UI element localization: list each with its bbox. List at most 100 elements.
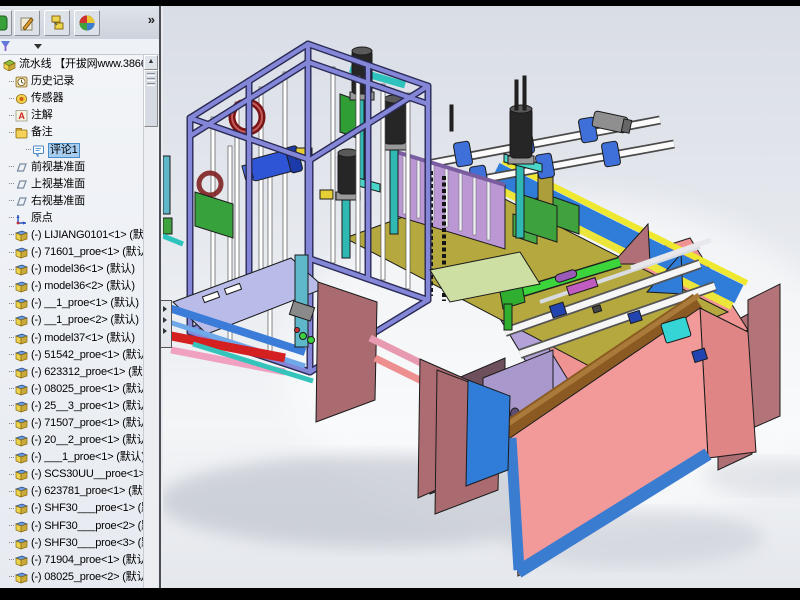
tree-item[interactable]: (-) model37<1> (默认) <box>0 330 146 347</box>
folder-icon <box>15 126 28 139</box>
tree-item[interactable]: (-) 71904_proe<1> (默认) <box>0 552 146 569</box>
tree-item[interactable]: (-) 623781_proe<1> (默认) <box>0 483 146 500</box>
scroll-up-button[interactable]: ▲ <box>144 55 158 70</box>
tree-connector <box>9 423 14 425</box>
panel-splitter-handle[interactable] <box>161 300 172 348</box>
svg-text:A: A <box>18 111 25 121</box>
tree-connector <box>9 200 14 202</box>
tree-item[interactable]: (-) __1_proe<1> (默认) <box>0 295 146 312</box>
configurationmanager-icon <box>48 14 66 32</box>
tree-item-label: (-) 25__3_proe<1> (默认) <box>31 400 146 413</box>
tree-item[interactable]: (-) LIJIANG0101<1> (默认) <box>0 227 146 244</box>
tree-item-label: 流水线 【开拔网www.386600.com】 <box>19 58 146 71</box>
plane-icon <box>15 161 28 174</box>
tree-connector <box>9 354 14 356</box>
part-icon <box>15 571 28 584</box>
part-icon <box>15 246 28 259</box>
tree-connector <box>9 303 14 305</box>
tree-item[interactable]: (-) 08025_proe<2> (默认) <box>0 569 146 586</box>
tree-item[interactable]: (-) 623312_proe<1> (默认) <box>0 364 146 381</box>
tree-item[interactable]: 流水线 【开拔网www.386600.com】 <box>0 56 146 73</box>
part-icon <box>15 554 28 567</box>
tree-item-label: 原点 <box>31 212 53 225</box>
panel-overflow-chevron[interactable]: » <box>148 12 155 27</box>
tree-item[interactable]: (-) model36<1> (默认) <box>0 261 146 278</box>
tree-item-label: (-) SHF30___proe<1> (默认) <box>31 502 146 515</box>
tree-item[interactable]: (-) 08025_proe<1> (默认) <box>0 381 146 398</box>
tree-item-label: (-) __1_proe<2> (默认) <box>31 314 139 327</box>
plane-icon <box>15 195 28 208</box>
tree-item[interactable]: 备注 <box>0 124 146 141</box>
tree-item[interactable]: 右视基准面 <box>0 193 146 210</box>
assembly-icon <box>3 58 16 71</box>
tree-item-label: 注解 <box>31 109 53 122</box>
part-icon <box>15 366 28 379</box>
tree-item[interactable]: (-) 71601_proe<1> (默认) <box>0 244 146 261</box>
featuremanager-tab[interactable] <box>0 10 12 36</box>
tree-connector <box>9 217 14 219</box>
tree-item[interactable]: (-) 20__2_proe<1> (默认) <box>0 432 146 449</box>
scroll-thumb[interactable] <box>144 70 158 127</box>
tree-item-label: (-) 71601_proe<1> (默认) <box>31 246 146 259</box>
tree-item[interactable]: 上视基准面 <box>0 176 146 193</box>
tree-item-label: (-) 51542_proe<1> (默认) <box>31 349 146 362</box>
viewport-3d[interactable] <box>163 6 800 588</box>
tree-connector <box>9 115 14 117</box>
feature-tree: 流水线 【开拔网www.386600.com】历史记录传感器 A 注解备注评论1前视… <box>0 56 146 588</box>
tree-connector <box>9 98 14 100</box>
tree-item[interactable]: 评论1 <box>0 141 146 158</box>
tree-item[interactable]: 历史记录 <box>0 73 146 90</box>
tree-item[interactable]: (-) ___1_proe<1> (默认) <box>0 449 146 466</box>
tree-scrollbar[interactable]: ▲ <box>143 55 157 588</box>
tree-item-label: (-) 08025_proe<1> (默认) <box>31 383 146 396</box>
tree-connector <box>9 508 14 510</box>
part-icon <box>15 502 28 515</box>
plane-icon <box>15 178 28 191</box>
tree-item-label: (-) 623781_proe<1> (默认) <box>31 485 146 498</box>
tree-item[interactable]: A 注解 <box>0 107 146 124</box>
tree-item[interactable]: 传感器 <box>0 90 146 107</box>
tree-connector <box>9 405 14 407</box>
tree-item[interactable]: (-) SHF30___proe<2> (默认) <box>0 518 146 535</box>
tree-item[interactable]: 原点 <box>0 210 146 227</box>
displaymanager-tab[interactable] <box>74 10 100 36</box>
part-icon <box>15 537 28 550</box>
tree-item-label: 历史记录 <box>31 75 74 88</box>
part-icon <box>15 451 28 464</box>
tree-item[interactable]: (-) SHF30___proe<3> (默认) <box>0 535 146 552</box>
filter-dropdown-icon[interactable] <box>34 44 42 49</box>
solidworks-window: » 流水线 【开拔网www.386600.com】历史记录传感器 A 注解备注评论1… <box>0 6 800 588</box>
tree-item[interactable]: (-) SCS30UU__proe<1> (默认) <box>0 466 146 483</box>
tree-item-label: 右视基准面 <box>31 195 85 208</box>
tree-item-label: (-) 623312_proe<1> (默认) <box>31 366 146 379</box>
part-icon <box>15 485 28 498</box>
part-icon <box>15 349 28 362</box>
propertymanager-tab[interactable] <box>14 10 40 36</box>
tree-item-label: (-) SHF30___proe<3> (默认) <box>31 537 146 550</box>
part-icon <box>15 520 28 533</box>
tree-connector <box>9 81 14 83</box>
featuremanager-panel: » 流水线 【开拔网www.386600.com】历史记录传感器 A 注解备注评论1… <box>0 6 161 588</box>
tree-item[interactable]: (-) SHF30___proe<1> (默认) <box>0 500 146 517</box>
sensors-icon <box>15 92 28 105</box>
tree-connector <box>9 337 14 339</box>
tree-item[interactable]: (-) model36<2> (默认) <box>0 278 146 295</box>
part-icon <box>15 314 28 327</box>
tree-item-label: (-) __1_proe<1> (默认) <box>31 297 139 310</box>
tree-item[interactable]: (-) 51542_proe<1> (默认) <box>0 347 146 364</box>
part-icon <box>15 263 28 276</box>
tree-item-label: (-) 71904_proe<1> (默认) <box>31 554 146 567</box>
tree-item[interactable]: 前视基准面 <box>0 159 146 176</box>
tree-item-label: 传感器 <box>31 92 63 105</box>
tree-item[interactable]: (-) __1_proe<2> (默认) <box>0 312 146 329</box>
configurationmanager-tab[interactable] <box>44 10 70 36</box>
tree-connector <box>9 320 14 322</box>
tree-connector <box>9 166 14 168</box>
blue-side-panel <box>466 380 510 486</box>
comment-icon <box>32 144 45 157</box>
part-icon <box>15 400 28 413</box>
tree-item[interactable]: (-) 25__3_proe<1> (默认) <box>0 398 146 415</box>
tree-item[interactable]: (-) 71507_proe<1> (默认) <box>0 415 146 432</box>
annotations-icon: A <box>15 109 28 122</box>
tree-item-label: 备注 <box>31 126 53 139</box>
